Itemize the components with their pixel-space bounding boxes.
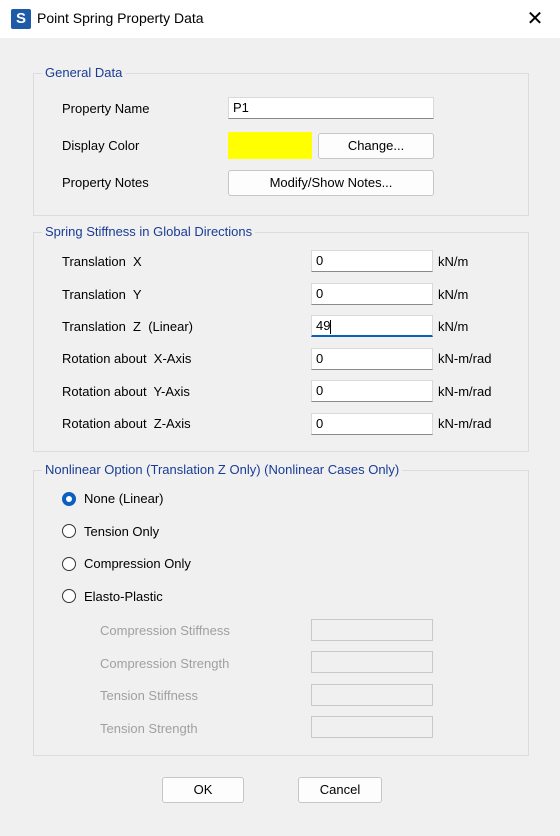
property-notes-label: Property Notes <box>62 175 149 190</box>
stiffness-input[interactable]: 0 <box>311 380 433 402</box>
close-icon[interactable]: ✕ <box>520 6 550 32</box>
tension-strength-label: Tension Strength <box>100 721 198 736</box>
ok-button[interactable]: OK <box>162 777 244 803</box>
compression-stiffness-label: Compression Stiffness <box>100 623 230 638</box>
nonlinear-option-group: Nonlinear Option (Translation Z Only) (N… <box>33 462 529 756</box>
radio-label[interactable]: Tension Only <box>84 524 159 539</box>
display-color-label: Display Color <box>62 138 140 153</box>
text-caret <box>330 319 332 334</box>
change-color-button[interactable]: Change... <box>318 133 434 159</box>
title-bar: S Point Spring Property Data ✕ <box>0 0 560 38</box>
stiffness-unit: kN/m <box>438 287 469 302</box>
radio-label[interactable]: Compression Only <box>84 556 191 571</box>
stiffness-input[interactable]: 0 <box>311 413 433 435</box>
radio-none-linear[interactable] <box>62 492 76 506</box>
radio-tension-only[interactable] <box>62 524 76 538</box>
compression-strength-input <box>311 651 433 673</box>
stiffness-unit: kN-m/rad <box>438 384 492 399</box>
display-color-swatch <box>228 132 312 159</box>
stiffness-label: Translation Y <box>62 287 142 302</box>
stiffness-unit: kN/m <box>438 319 469 334</box>
window-title: Point Spring Property Data <box>37 10 204 26</box>
spring-stiffness-legend: Spring Stiffness in Global Directions <box>42 224 256 239</box>
stiffness-label: Rotation about Z-Axis <box>62 416 191 431</box>
radio-label[interactable]: None (Linear) <box>84 491 164 506</box>
general-data-legend: General Data <box>42 65 126 80</box>
compression-stiffness-input <box>311 619 433 641</box>
stiffness-label: Translation Z (Linear) <box>62 319 194 334</box>
stiffness-input[interactable]: 0 <box>311 348 433 370</box>
stiffness-label: Rotation about X-Axis <box>62 351 192 366</box>
radio-label[interactable]: Elasto-Plastic <box>84 589 163 604</box>
property-name-label: Property Name <box>62 101 150 116</box>
app-icon: S <box>11 9 31 29</box>
cancel-button[interactable]: Cancel <box>298 777 382 803</box>
stiffness-label: Rotation about Y-Axis <box>62 384 190 399</box>
stiffness-unit: kN-m/rad <box>438 416 492 431</box>
stiffness-label: Translation X <box>62 254 142 269</box>
property-name-input[interactable]: P1 <box>228 97 434 119</box>
radio-elasto-plastic[interactable] <box>62 589 76 603</box>
tension-stiffness-label: Tension Stiffness <box>100 688 199 703</box>
tension-strength-input <box>311 716 433 738</box>
stiffness-input[interactable]: 0 <box>311 283 433 305</box>
radio-compression-only[interactable] <box>62 557 76 571</box>
nonlinear-option-legend: Nonlinear Option (Translation Z Only) (N… <box>42 462 403 477</box>
stiffness-input-value: 49 <box>316 318 331 333</box>
compression-strength-label: Compression Strength <box>100 656 230 671</box>
stiffness-input[interactable]: 0 <box>311 250 433 272</box>
stiffness-unit: kN-m/rad <box>438 351 492 366</box>
stiffness-unit: kN/m <box>438 254 469 269</box>
modify-show-notes-button[interactable]: Modify/Show Notes... <box>228 170 434 196</box>
stiffness-input-focused[interactable]: 49 <box>311 315 433 337</box>
tension-stiffness-input <box>311 684 433 706</box>
